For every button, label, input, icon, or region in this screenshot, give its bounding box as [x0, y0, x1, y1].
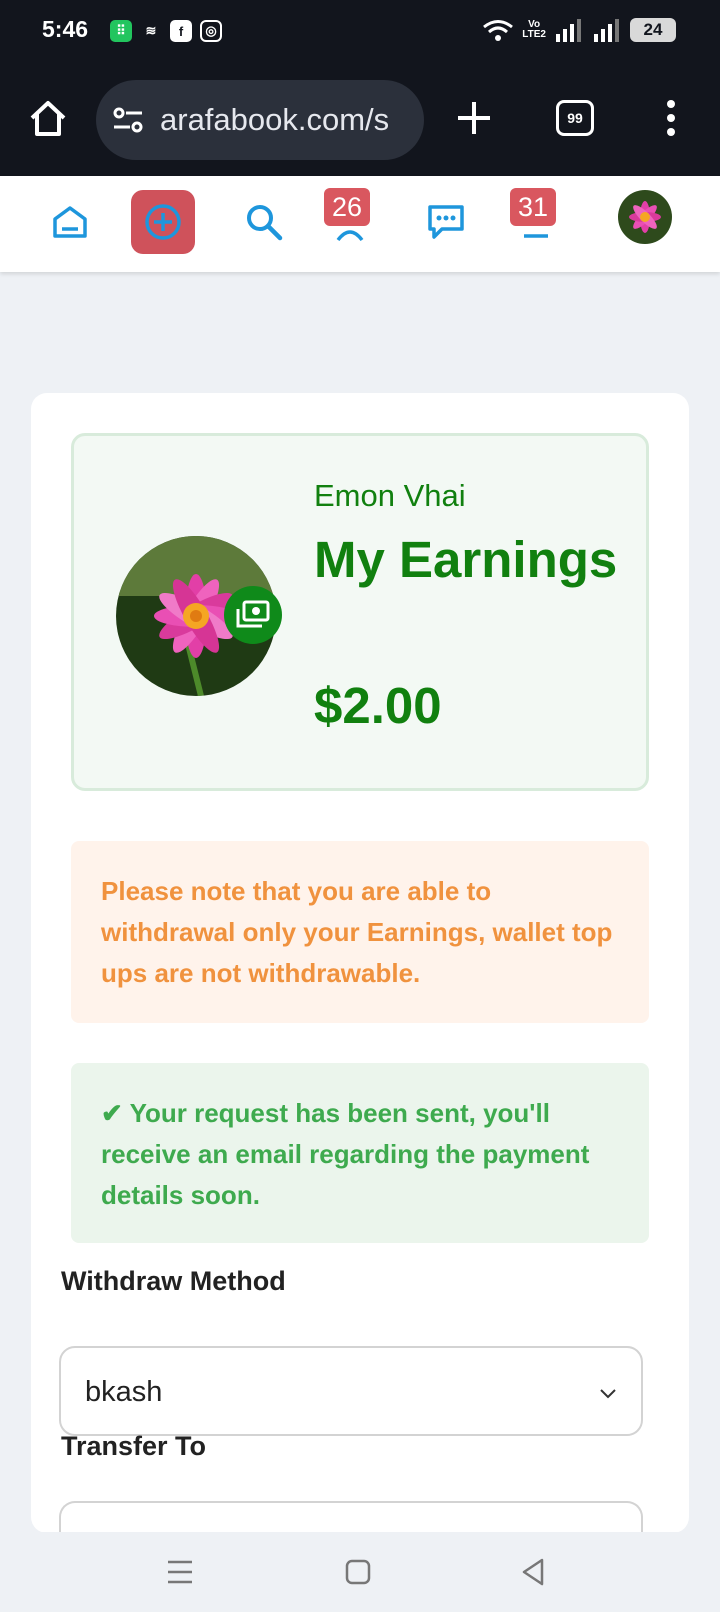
earnings-amount: $2.00: [314, 677, 442, 734]
status-time: 5:46: [42, 16, 89, 42]
profile-avatar[interactable]: [618, 190, 672, 244]
site-nav: 26 31: [0, 176, 720, 272]
create-icon: [145, 204, 181, 240]
nav-create-button[interactable]: [131, 190, 195, 254]
messages-icon: [428, 205, 464, 239]
page-title: My Earnings: [314, 531, 618, 588]
tabs-icon[interactable]: 99: [556, 100, 594, 136]
wifi-icon: [483, 20, 514, 41]
user-name: Emon Vhai: [314, 478, 466, 513]
browser-toolbar: arafabook.com/s 99: [0, 66, 720, 176]
battery-indicator: 24: [630, 18, 676, 42]
signal-icon-2: [594, 19, 619, 42]
withdraw-method-value: bkash: [85, 1376, 163, 1408]
facebook-app-icon: f: [170, 20, 192, 42]
home-button-icon[interactable]: [338, 1554, 378, 1590]
plus-icon[interactable]: [452, 96, 496, 140]
menu-icon[interactable]: [664, 98, 678, 138]
capcut-app-icon: ≋: [145, 23, 157, 38]
flower-avatar-image: [618, 190, 672, 244]
nav-messages[interactable]: [414, 190, 478, 254]
tune-icon[interactable]: [112, 106, 144, 134]
url-text[interactable]: arafabook.com/s: [160, 102, 389, 138]
recent-apps-icon[interactable]: [160, 1554, 200, 1590]
transfer-to-label: Transfer To: [61, 1431, 207, 1461]
instagram-app-icon: ◎: [200, 20, 222, 42]
home-icon[interactable]: [26, 96, 70, 140]
friends-count-badge: 26: [324, 188, 370, 226]
shop-app-icon: ⠿: [110, 20, 132, 42]
status-notification-icons: ⠿ ≋ f ◎: [110, 20, 222, 42]
android-nav-bar: [0, 1532, 720, 1612]
earnings-summary: Emon Vhai My Earnings $2.00: [71, 433, 649, 791]
withdraw-method-select[interactable]: bkash: [59, 1346, 643, 1436]
warning-text: Please note that you are able to withdra…: [101, 876, 613, 988]
chevron-down-icon: [600, 1389, 616, 1399]
status-bar: 5:46 ⠿ ≋ f ◎ Vo LTE2 24: [0, 0, 720, 66]
notifications-count-badge: 31: [510, 188, 556, 226]
request-success-alert: ✔ Your request has been sent, you'll rec…: [71, 1063, 649, 1243]
success-text: Your request has been sent, you'll recei…: [101, 1098, 590, 1210]
money-icon: [224, 586, 282, 644]
home-icon: [53, 206, 87, 238]
volte-indicator: Vo LTE2: [522, 19, 546, 40]
earnings-card: Emon Vhai My Earnings $2.00 Please note …: [31, 393, 689, 1541]
address-bar[interactable]: arafabook.com/s: [96, 80, 424, 160]
withdraw-warning-alert: Please note that you are able to withdra…: [71, 841, 649, 1023]
nav-home[interactable]: [38, 190, 102, 254]
search-icon: [247, 205, 283, 241]
back-icon[interactable]: [514, 1554, 554, 1590]
status-system-icons: Vo LTE2 24: [482, 18, 676, 42]
withdraw-method-label: Withdraw Method: [61, 1266, 286, 1296]
signal-icon: [556, 19, 581, 42]
check-icon: ✔: [101, 1098, 123, 1128]
nav-search[interactable]: [232, 190, 296, 254]
